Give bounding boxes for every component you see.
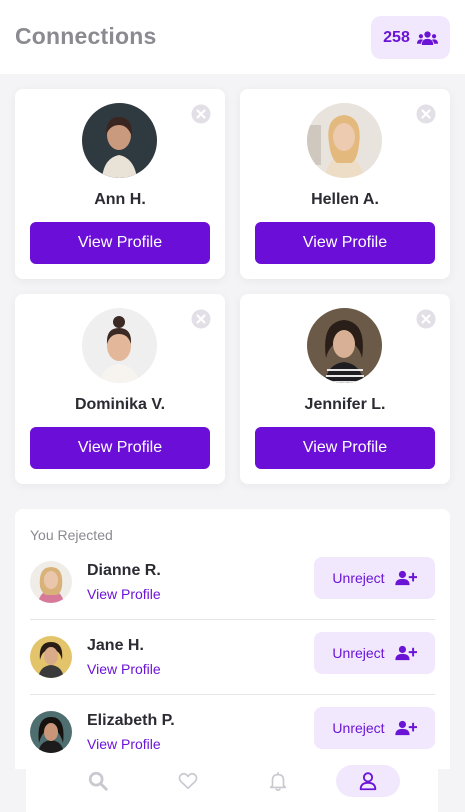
view-profile-link[interactable]: View Profile (87, 586, 161, 602)
connection-name: Hellen A. (311, 191, 379, 208)
connection-card: Ann H. View Profile (15, 89, 225, 279)
rejected-name: Elizabeth P. (87, 712, 175, 729)
rejected-section: You Rejected Dianne R. View Profile Unre… (15, 509, 450, 769)
connection-card: Dominika V. View Profile (15, 294, 225, 484)
dismiss-icon[interactable] (191, 104, 211, 124)
connection-card: Hellen A. View Profile (240, 89, 450, 279)
bell-icon (269, 771, 287, 791)
rejected-name: Jane H. (87, 637, 144, 654)
user-plus-icon (394, 645, 417, 661)
nav-favorites[interactable] (156, 765, 220, 797)
connection-card: Jennifer L. View Profile (240, 294, 450, 484)
avatar (30, 711, 72, 753)
avatar (30, 561, 72, 603)
view-profile-button[interactable]: View Profile (30, 222, 210, 264)
view-profile-button[interactable]: View Profile (30, 427, 210, 469)
list-item: Elizabeth P. View Profile Unreject (30, 695, 435, 770)
nav-search[interactable] (66, 765, 130, 797)
dismiss-icon[interactable] (191, 309, 211, 329)
view-profile-link[interactable]: View Profile (87, 661, 161, 677)
view-profile-link[interactable]: View Profile (87, 736, 161, 752)
unreject-label: Unreject (332, 570, 385, 586)
search-icon (88, 771, 108, 791)
view-profile-button[interactable]: View Profile (255, 427, 435, 469)
nav-notifications[interactable] (246, 765, 310, 797)
avatar (307, 308, 382, 383)
dismiss-icon[interactable] (416, 309, 436, 329)
avatar (82, 103, 157, 178)
unreject-button[interactable]: Unreject (314, 707, 435, 749)
heart-icon (178, 772, 198, 790)
list-item: Dianne R. View Profile Unreject (30, 545, 435, 620)
unreject-button[interactable]: Unreject (314, 557, 435, 599)
connection-name: Dominika V. (74, 396, 166, 413)
avatar (307, 103, 382, 178)
page-title: Connections (15, 23, 157, 49)
list-item: Jane H. View Profile Unreject (30, 620, 435, 695)
connections-count: 258 (383, 28, 410, 46)
unreject-label: Unreject (332, 720, 385, 736)
connection-name: Ann H. (94, 191, 146, 208)
avatar (30, 636, 72, 678)
dismiss-icon[interactable] (416, 104, 436, 124)
bottom-nav (26, 765, 438, 812)
avatar (82, 308, 157, 383)
user-plus-icon (394, 570, 417, 586)
rejected-name: Dianne R. (87, 562, 161, 579)
connections-count-badge[interactable]: 258 (371, 16, 450, 59)
section-title: You Rejected (30, 527, 113, 543)
nav-profile[interactable] (336, 765, 400, 797)
connection-name: Jennifer L. (304, 396, 386, 413)
unreject-button[interactable]: Unreject (314, 632, 435, 674)
user-icon (359, 772, 377, 791)
user-plus-icon (394, 720, 417, 736)
unreject-label: Unreject (332, 645, 385, 661)
top-bar: Connections 258 (0, 0, 465, 74)
users-icon (416, 30, 438, 45)
view-profile-button[interactable]: View Profile (255, 222, 435, 264)
